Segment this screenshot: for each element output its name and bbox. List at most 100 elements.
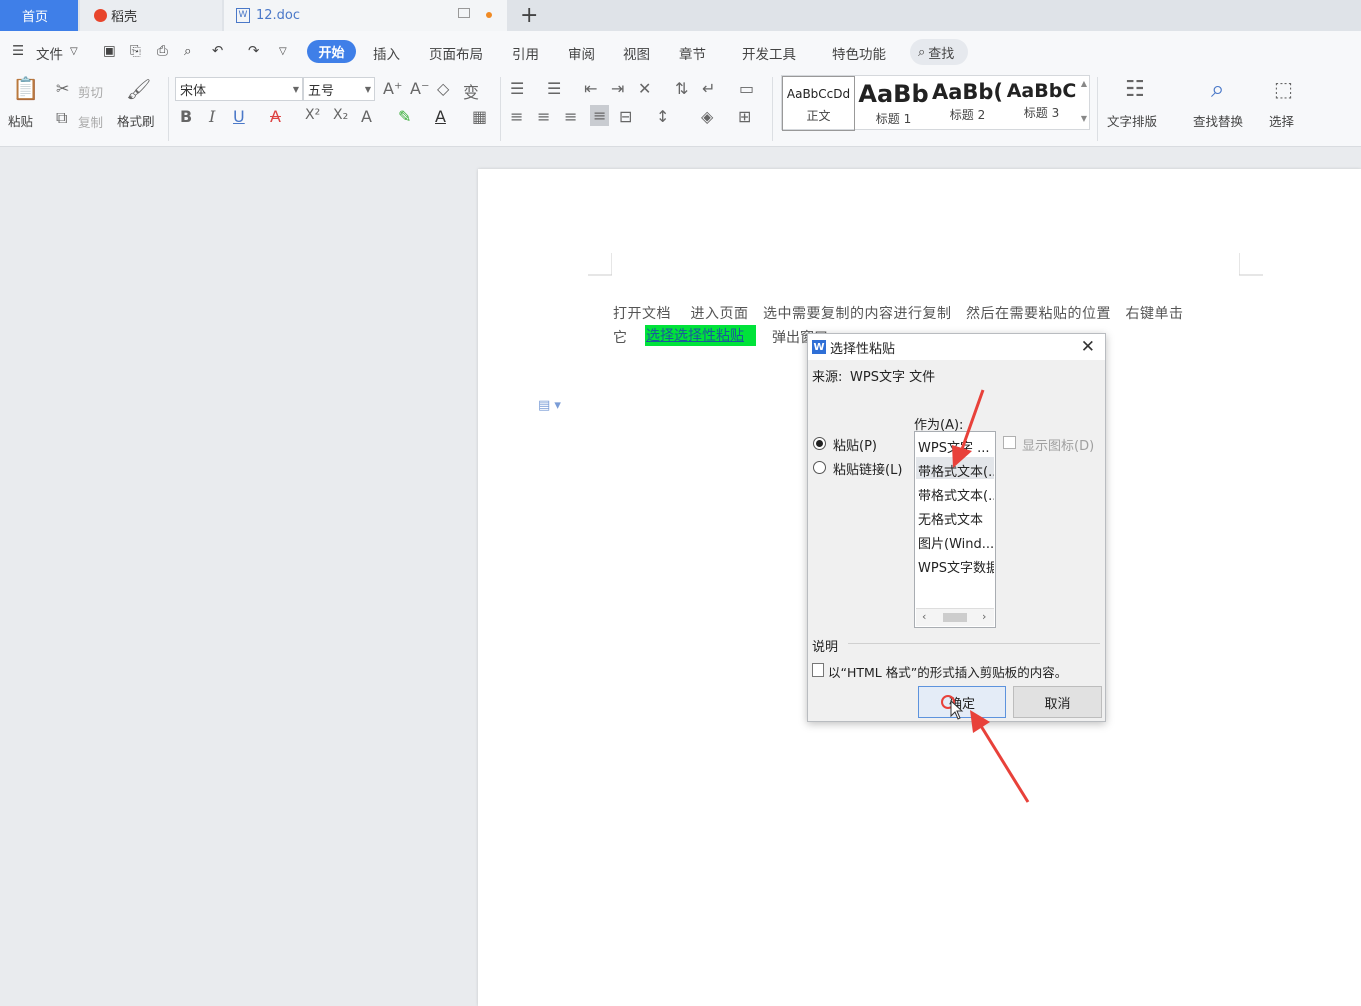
tab-daoke[interactable]: 稻壳 (80, 0, 222, 31)
list-item[interactable]: 图片(Wind... (918, 533, 994, 552)
close-icon[interactable]: ✕ (1081, 337, 1095, 357)
copy-button[interactable]: 复制 (78, 112, 103, 131)
cut-button[interactable]: 剪切 (78, 82, 103, 101)
screen-share-icon[interactable] (458, 8, 470, 18)
menu-page-layout[interactable]: 页面布局 (429, 43, 483, 63)
select-icon[interactable]: ⬚ (1274, 77, 1293, 101)
styles-more-icon[interactable]: ▼ (1081, 114, 1087, 123)
align-center-icon[interactable]: ≡ (537, 107, 550, 126)
shrink-font-icon[interactable]: A⁻ (410, 79, 429, 98)
find-replace-icon[interactable]: ⌕ (1211, 75, 1224, 103)
separator (500, 77, 501, 141)
scroll-left-icon[interactable]: ‹ (922, 610, 926, 623)
ok-button[interactable]: 确定 (918, 686, 1006, 718)
format-painter-button[interactable]: 格式刷 (117, 111, 155, 130)
paragraph-mark-icon[interactable]: ↵ (702, 79, 715, 98)
style-heading-2[interactable]: AaBb( 标题 2 (931, 76, 1004, 131)
scroll-thumb[interactable] (943, 613, 967, 622)
horizontal-scrollbar[interactable]: ‹ › (916, 608, 994, 626)
char-border-icon[interactable]: ▦ (472, 107, 487, 126)
paste-icon[interactable]: 📋 (12, 77, 39, 102)
show-icon-label[interactable]: 显示图标(D) (1022, 435, 1094, 454)
list-item[interactable]: 带格式文本(... (918, 485, 994, 504)
scissors-icon[interactable]: ✂ (56, 79, 69, 98)
bullet-list-icon[interactable]: ☰ (510, 79, 524, 98)
menu-chapter[interactable]: 章节 (679, 43, 706, 63)
list-item[interactable]: 无格式文本 (918, 509, 994, 528)
menu-start[interactable]: 开始 (307, 40, 356, 63)
print-preview-icon[interactable]: ⌕ (184, 43, 192, 59)
menu-view[interactable]: 视图 (623, 43, 650, 63)
redo-icon[interactable]: ↷ (248, 43, 259, 59)
scroll-right-icon[interactable]: › (982, 610, 986, 623)
align-left-icon[interactable]: ≡ (510, 107, 523, 126)
menu-review[interactable]: 审阅 (568, 43, 595, 63)
style-heading-1[interactable]: AaBb 标题 1 (857, 76, 930, 131)
align-right-icon[interactable]: ≡ (564, 107, 577, 126)
hamburger-icon[interactable]: ☰ (12, 43, 24, 59)
font-color-icon[interactable]: A (435, 107, 446, 126)
text-effect-icon[interactable]: A (361, 107, 372, 126)
strikethrough-icon[interactable]: A (270, 107, 281, 126)
underline-icon[interactable]: U (233, 107, 245, 126)
font-name-select[interactable]: 宋体 ▼ (175, 77, 303, 101)
paste-as-listbox[interactable]: WPS文字 ... 带格式文本(... 带格式文本(... 无格式文本 图片(W… (914, 431, 996, 628)
shading-icon[interactable]: ◈ (701, 107, 713, 126)
list-item-selected[interactable]: 带格式文本(... (918, 461, 994, 480)
menu-references[interactable]: 引用 (512, 43, 539, 63)
styles-scroll-up-icon[interactable]: ▲ (1081, 79, 1087, 88)
style-normal[interactable]: AaBbCcDd 正文 (782, 76, 855, 131)
text-layout-button[interactable]: 文字排版 (1107, 111, 1157, 130)
menu-special-features[interactable]: 特色功能 (832, 43, 886, 63)
print-icon[interactable]: ⎙ (157, 43, 168, 59)
increase-indent-icon[interactable]: ⇥ (611, 79, 624, 98)
clear-format-icon[interactable]: ◇ (437, 79, 449, 98)
show-icon-checkbox[interactable] (1003, 436, 1016, 449)
borders-icon[interactable]: ⊞ (738, 107, 751, 126)
tab-stop-icon[interactable]: ▭ (739, 79, 754, 98)
superscript-icon[interactable]: X² (305, 107, 320, 123)
dialog-title-bar: W 选择性粘贴 ✕ (808, 334, 1105, 360)
quick-access-more-icon[interactable]: ▽ (279, 46, 287, 57)
tab-home[interactable]: 首页 (0, 0, 78, 31)
tab-document[interactable]: W 12.doc (224, 0, 507, 31)
select-button[interactable]: 选择 (1269, 111, 1294, 130)
menu-insert[interactable]: 插入 (373, 43, 400, 63)
format-painter-icon[interactable]: 🖌 (126, 77, 151, 101)
new-tab-icon[interactable]: + (520, 3, 538, 28)
paste-link-radio[interactable] (813, 461, 826, 474)
distributed-align-icon[interactable]: ⊟ (619, 107, 632, 126)
menu-file[interactable]: 文件 (36, 43, 63, 63)
search-button[interactable]: ⌕ 查找 (910, 39, 968, 65)
chevron-down-icon[interactable]: ▽ (70, 46, 78, 57)
paste-radio-label[interactable]: 粘贴(P) (833, 435, 877, 454)
paste-link-radio-label[interactable]: 粘贴链接(L) (833, 459, 902, 478)
decrease-indent-icon[interactable]: ⇤ (584, 79, 597, 98)
phonetic-guide-icon[interactable]: 变 (463, 79, 479, 103)
highlight-pen-icon[interactable]: ✎ (398, 107, 411, 126)
grow-font-icon[interactable]: A⁺ (383, 79, 402, 98)
menu-developer[interactable]: 开发工具 (742, 43, 796, 63)
find-replace-button[interactable]: 查找替换 (1193, 111, 1243, 130)
chinese-layout-icon[interactable]: ✕ (638, 79, 651, 98)
subscript-icon[interactable]: X₂ (333, 107, 348, 123)
list-item[interactable]: WPS文字 ... (918, 437, 994, 456)
undo-icon[interactable]: ↶ (212, 43, 223, 59)
export-icon[interactable]: ⎘ (130, 43, 141, 59)
sort-icon[interactable]: ⇅ (675, 79, 688, 98)
bold-icon[interactable]: B (180, 107, 192, 126)
paste-button[interactable]: 粘贴 (8, 111, 33, 130)
paste-radio[interactable] (813, 437, 826, 450)
line-spacing-icon[interactable]: ↕ (656, 107, 669, 126)
copy-icon[interactable]: ⧉ (56, 108, 67, 128)
text-layout-icon[interactable]: ☷ (1125, 77, 1145, 102)
italic-icon[interactable]: I (209, 107, 215, 126)
justify-icon[interactable]: ≡ (590, 105, 610, 126)
paste-options-icon[interactable]: ▤ ▾ (538, 398, 561, 413)
list-item[interactable]: WPS文字数据 (918, 557, 994, 576)
numbered-list-icon[interactable]: ☰ (547, 79, 561, 98)
font-size-select[interactable]: 五号 ▼ (303, 77, 375, 101)
cancel-button[interactable]: 取消 (1013, 686, 1102, 718)
style-heading-3[interactable]: AaBbC 标题 3 (1005, 76, 1078, 131)
save-icon[interactable]: ▣ (103, 43, 116, 59)
